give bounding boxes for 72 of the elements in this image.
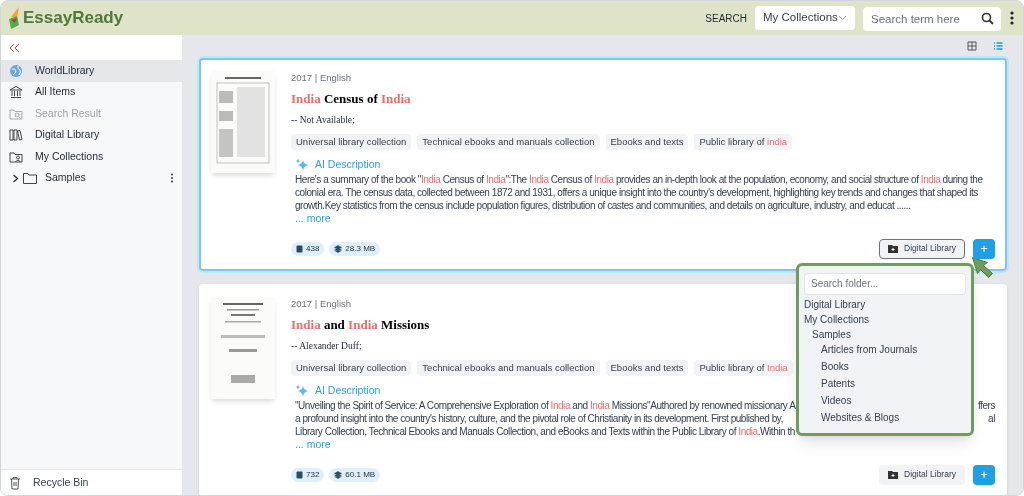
author: -- Not Available; <box>291 113 355 127</box>
author: -- Alexander Duff; <box>291 339 362 353</box>
ai-description-label: AI Description <box>315 157 381 172</box>
file-size-badge: 28.3 MB <box>329 241 381 256</box>
folder-icon <box>23 172 37 184</box>
description-fragment: ffers <box>977 398 995 412</box>
layers-icon <box>334 244 343 253</box>
books-icon <box>9 128 23 143</box>
cursor-arrow-icon <box>972 257 993 278</box>
folder-search-icon <box>9 106 23 121</box>
grid-view-icon[interactable] <box>967 41 977 51</box>
layers-icon <box>334 470 343 479</box>
folder-item[interactable]: My Collections <box>804 311 870 327</box>
bank-icon <box>9 85 23 100</box>
more-options-icon[interactable] <box>170 173 174 184</box>
collection-tag[interactable]: Ebooks and texts <box>605 359 689 376</box>
collection-tag[interactable]: Technical ebooks and manuals collection <box>417 134 600 150</box>
result-card[interactable] <box>199 58 1007 271</box>
description-line: "Unveiling the Spirit of Service: A Comprehensive Exploration of India and India Missions"Authored by renowned missionary A <box>295 398 796 412</box>
book-icon <box>296 470 303 479</box>
chevron-down-icon <box>838 15 847 21</box>
more-options-icon[interactable] <box>1009 10 1015 26</box>
collection-tag[interactable]: Technical ebooks and manuals collection <box>417 359 600 376</box>
folder-search-field[interactable]: Search folder... <box>804 272 966 295</box>
sparkle-icon <box>295 383 309 398</box>
folder-plus-icon <box>888 244 899 253</box>
folder-plus-icon <box>888 470 899 479</box>
logo-icon <box>9 7 19 29</box>
collection-tag[interactable]: Universal library collection <box>291 134 412 150</box>
sidebar-item[interactable]: My Collections <box>1 146 182 168</box>
folder-button[interactable]: Digital Library <box>879 464 965 485</box>
collection-tag[interactable]: Public library of India <box>694 359 793 376</box>
collapse-icon[interactable] <box>9 42 21 53</box>
folder-item[interactable]: Patents <box>804 375 855 393</box>
description-fragment: al <box>988 411 995 425</box>
trash-icon <box>9 475 21 490</box>
ai-description-label: AI Description <box>315 382 381 398</box>
app-name: EssayReady <box>23 7 124 30</box>
chevron-right-icon[interactable] <box>12 173 19 183</box>
search-field[interactable]: Search term here <box>863 7 1001 31</box>
page-count-badge: 732 <box>291 467 325 482</box>
sidebar-item[interactable]: WorldLibrary <box>1 60 182 82</box>
folder-item[interactable]: Articles from Journals <box>804 341 918 359</box>
tree-item[interactable]: Samples <box>1 167 182 189</box>
book-icon <box>296 244 303 253</box>
folder-button[interactable]: Digital Library <box>879 238 965 259</box>
description: Here's a summary of the book "India Census of India":The India Census of India provides an in-depth look at the population, economy, and social structure of India during the colonial era. The census data, collected between 1872 and 1931, offers a unique insight into the country's development, highlighting key trends and changes that shaped its growth.Key statistics from the census include population figures, distribution of castes and communities, and details on agriculture, industry, and educat ...... <box>295 172 984 212</box>
search-icon[interactable] <box>981 11 994 25</box>
folder-item[interactable]: Books <box>804 358 849 376</box>
collection-tag[interactable]: Public library of india <box>694 134 793 150</box>
search-label: SEARCH <box>705 11 747 26</box>
folder-user-icon <box>9 149 23 164</box>
scope-select[interactable]: My Collections <box>755 6 855 30</box>
collection-tag[interactable]: Universal library collection <box>291 359 412 376</box>
collection-tag[interactable]: Ebooks and texts <box>605 134 689 150</box>
sidebar-item[interactable]: All Items <box>1 81 182 103</box>
folder-item[interactable]: Digital Library <box>804 296 866 312</box>
year-language: 2017 | English <box>291 71 352 85</box>
folder-item[interactable]: Samples <box>804 326 851 342</box>
file-size-badge: 60.1 MB <box>329 467 381 482</box>
book-title[interactable]: India and India Missions <box>291 315 430 335</box>
sparkle-icon <box>295 157 309 172</box>
book-title[interactable]: India Census of India <box>291 89 411 109</box>
description-line: a profound insight into the country's history, culture, and the pivotal role of Christianity in its development. First published by, <box>295 411 783 425</box>
globe-icon <box>9 63 23 78</box>
folder-item[interactable]: Videos <box>804 392 852 410</box>
page-count-badge: 438 <box>291 241 325 256</box>
sidebar-item[interactable]: Digital Library <box>1 124 182 146</box>
recycle-bin-item[interactable]: Recycle Bin <box>1 469 182 495</box>
folder-item[interactable]: Websites & Blogs <box>804 409 900 427</box>
description-line: Library Collection, Technical Ebooks and Manuals Collection, and eBooks and Texts within the Public Library of India.Within th <box>295 424 795 438</box>
year-language: 2017 | English <box>291 296 352 311</box>
